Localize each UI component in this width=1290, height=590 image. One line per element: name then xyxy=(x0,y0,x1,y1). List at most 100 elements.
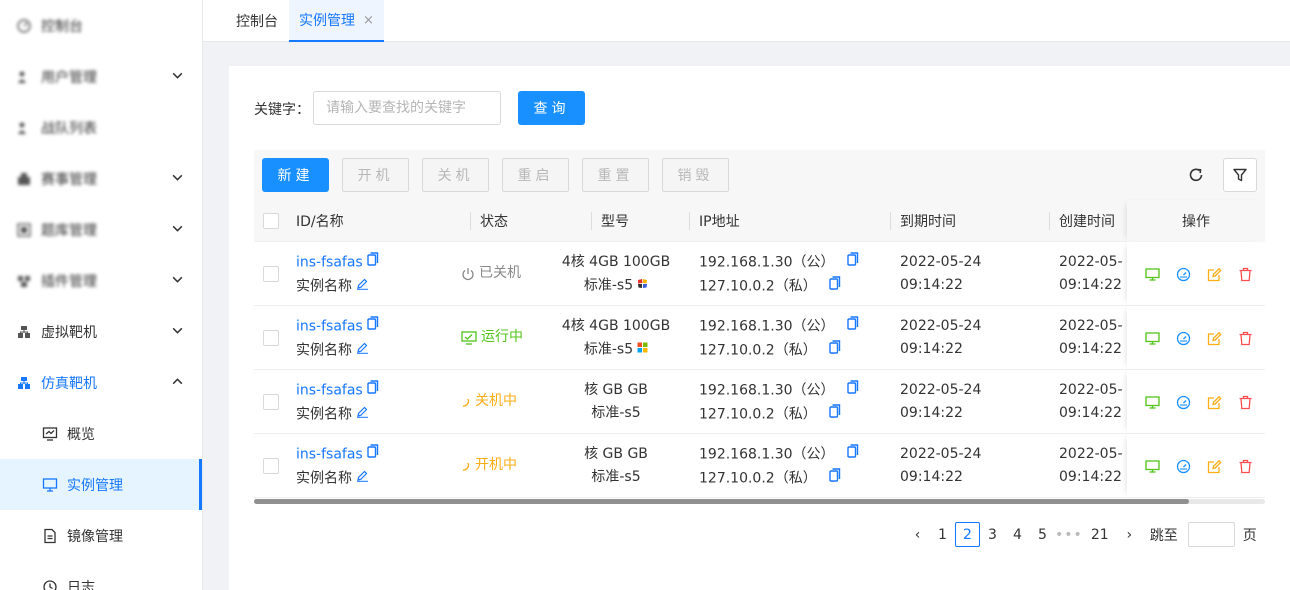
instance-id-link[interactable]: ins-fsafas xyxy=(296,319,363,335)
sidebar-subitem-label: 日志 xyxy=(67,579,95,590)
copy-icon[interactable] xyxy=(846,251,859,274)
public-ip: 192.168.1.30（公） xyxy=(699,446,835,463)
sidebar-item-teams[interactable]: 战队列表 xyxy=(0,102,202,153)
table-header: ID/名称 状态 型号 IP地址 到期时间 创建时间 操作 xyxy=(254,200,1265,242)
monitor-icon[interactable] xyxy=(1144,266,1161,283)
scrollbar-thumb[interactable] xyxy=(254,499,1189,504)
copy-icon[interactable] xyxy=(829,403,841,426)
select-all-checkbox[interactable] xyxy=(263,213,279,229)
edit-icon[interactable] xyxy=(1206,330,1223,347)
public-ip: 192.168.1.30（公） xyxy=(699,382,835,399)
row-checkbox[interactable] xyxy=(263,266,279,282)
monitor-icon[interactable] xyxy=(1144,394,1161,411)
column-header-status: 状态 xyxy=(470,200,508,242)
delete-icon[interactable] xyxy=(1237,458,1254,475)
refresh-icon[interactable] xyxy=(1179,158,1213,192)
tab-instances[interactable]: 实例管理 × xyxy=(289,0,384,42)
new-button[interactable]: 新建 xyxy=(262,158,329,192)
restart-button[interactable]: 重启 xyxy=(502,158,569,192)
private-ip: 127.10.0.2（私） xyxy=(699,470,817,486)
reset-button[interactable]: 重置 xyxy=(582,158,649,192)
row-actions xyxy=(1144,394,1254,411)
copy-icon[interactable] xyxy=(367,443,379,466)
prev-page-button[interactable]: ‹ xyxy=(905,522,930,547)
copy-icon[interactable] xyxy=(846,379,859,402)
delete-icon[interactable] xyxy=(1237,394,1254,411)
loading-icon xyxy=(461,459,471,473)
plugin-icon xyxy=(16,273,32,289)
keyword-input[interactable] xyxy=(313,91,501,125)
sidebar-item-plugins[interactable]: 插件管理 xyxy=(0,255,202,306)
page-button-last[interactable]: 21 xyxy=(1083,522,1117,547)
sidebar-item-dashboard[interactable]: 控制台 xyxy=(0,0,202,51)
windows-icon xyxy=(637,338,648,361)
edit-name-icon[interactable] xyxy=(356,339,369,362)
page-button[interactable]: 5 xyxy=(1030,522,1055,547)
dashboard-icon[interactable] xyxy=(1175,458,1192,475)
clock-icon xyxy=(42,579,58,590)
sidebar-item-competitions[interactable]: 赛事管理 xyxy=(0,153,202,204)
start-button[interactable]: 开机 xyxy=(342,158,409,192)
copy-icon[interactable] xyxy=(846,315,859,338)
dashboard-icon[interactable] xyxy=(1175,266,1192,283)
instance-id-link[interactable]: ins-fsafas xyxy=(296,383,363,399)
sidebar-item-users[interactable]: 用户管理 xyxy=(0,51,202,102)
sidebar-item-label: 题库管理 xyxy=(41,222,97,239)
page-button-current[interactable]: 2 xyxy=(955,522,980,547)
dashboard-icon[interactable] xyxy=(1175,330,1192,347)
row-checkbox[interactable] xyxy=(263,330,279,346)
destroy-button[interactable]: 销毁 xyxy=(662,158,729,192)
edit-name-icon[interactable] xyxy=(356,467,369,490)
monitor-icon[interactable] xyxy=(1144,330,1161,347)
column-header-actions-label: 操作 xyxy=(1182,214,1210,230)
sidebar-item-simulation-target[interactable]: 仿真靶机 xyxy=(0,357,202,408)
delete-icon[interactable] xyxy=(1237,330,1254,347)
copy-icon[interactable] xyxy=(367,379,379,402)
edit-name-icon[interactable] xyxy=(356,275,369,298)
next-page-button[interactable]: › xyxy=(1117,522,1142,547)
instance-type: 标准-s5 xyxy=(583,341,634,358)
status-badge: 运行中 xyxy=(461,326,523,349)
column-header-ip: IP地址 xyxy=(689,200,740,242)
page-button[interactable]: 1 xyxy=(930,522,955,547)
status-badge: 关机中 xyxy=(461,390,517,413)
delete-icon[interactable] xyxy=(1237,266,1254,283)
monitor-icon[interactable] xyxy=(1144,458,1161,475)
expire-time-cell: 2022-05-24 09:14:22 xyxy=(900,315,981,361)
copy-icon[interactable] xyxy=(846,443,859,466)
sidebar-subitem-images[interactable]: 镜像管理 xyxy=(0,510,202,561)
sidebar-subitem-logs[interactable]: 日志 xyxy=(0,561,202,590)
instance-name: 实例名称 xyxy=(296,342,352,358)
close-icon[interactable]: × xyxy=(363,13,374,28)
copy-icon[interactable] xyxy=(829,339,841,362)
shutdown-button[interactable]: 关机 xyxy=(422,158,489,192)
row-checkbox[interactable] xyxy=(263,458,279,474)
copy-icon[interactable] xyxy=(829,275,841,298)
horizontal-scrollbar[interactable] xyxy=(254,499,1265,504)
tab-dashboard[interactable]: 控制台 xyxy=(236,0,278,42)
edit-icon[interactable] xyxy=(1206,266,1223,283)
page-button[interactable]: 4 xyxy=(1005,522,1030,547)
copy-icon[interactable] xyxy=(829,467,841,490)
edit-icon[interactable] xyxy=(1206,458,1223,475)
page-button[interactable]: 3 xyxy=(980,522,1005,547)
edit-icon[interactable] xyxy=(1206,394,1223,411)
query-button[interactable]: 查询 xyxy=(518,91,585,125)
sidebar-item-label: 虚拟靶机 xyxy=(41,324,97,341)
row-checkbox[interactable] xyxy=(263,394,279,410)
filter-icon[interactable] xyxy=(1223,158,1257,192)
copy-icon[interactable] xyxy=(367,251,379,274)
sidebar-subitem-overview[interactable]: 概览 xyxy=(0,408,202,459)
edit-name-icon[interactable] xyxy=(356,403,369,426)
dashboard-icon[interactable] xyxy=(1175,394,1192,411)
instance-id-link[interactable]: ins-fsafas xyxy=(296,255,363,271)
expire-time: 09:14:22 xyxy=(900,469,963,485)
instance-id-link[interactable]: ins-fsafas xyxy=(296,447,363,463)
sidebar-item-virtual-target[interactable]: 虚拟靶机 xyxy=(0,306,202,357)
sidebar-subitem-instances[interactable]: 实例管理 xyxy=(0,459,202,510)
sidebar-item-question-bank[interactable]: 题库管理 xyxy=(0,204,202,255)
more-pages-button[interactable]: ••• xyxy=(1055,522,1083,547)
column-header-model: 型号 xyxy=(591,200,629,242)
jump-page-input[interactable] xyxy=(1187,522,1235,547)
copy-icon[interactable] xyxy=(367,315,379,338)
